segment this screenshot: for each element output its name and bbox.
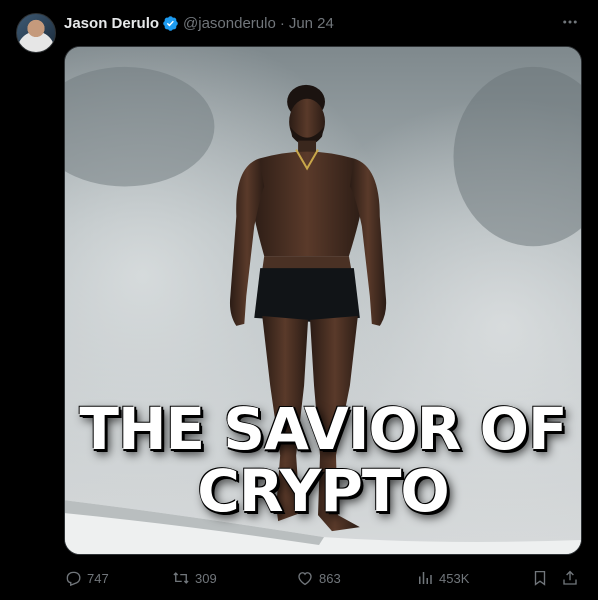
reply-button[interactable]: 747 bbox=[64, 566, 109, 590]
media-overlay-line2: CRYPTO bbox=[197, 457, 449, 525]
author-name[interactable]: Jason Derulo bbox=[64, 15, 159, 32]
action-bar: 747 309 863 453K bbox=[64, 566, 584, 590]
reply-icon bbox=[66, 571, 81, 587]
tweet[interactable]: Jason Derulo @jasonderulo · Jun 24 THE S… bbox=[0, 0, 598, 600]
tweet-header: Jason Derulo @jasonderulo · Jun 24 bbox=[64, 13, 334, 33]
views-icon bbox=[419, 572, 432, 584]
verified-badge-icon[interactable] bbox=[162, 15, 179, 32]
media-overlay-line1: THE SAVIOR OF bbox=[79, 395, 567, 463]
like-count: 863 bbox=[319, 570, 341, 586]
tweet-media-image[interactable]: THE SAVIOR OF CRYPTO bbox=[64, 46, 582, 555]
tweet-date[interactable]: Jun 24 bbox=[289, 15, 334, 32]
author-handle[interactable]: @jasonderulo bbox=[183, 15, 276, 32]
like-icon bbox=[298, 572, 312, 586]
separator-dot: · bbox=[279, 14, 285, 32]
share-icon bbox=[563, 570, 577, 585]
repost-button[interactable]: 309 bbox=[172, 566, 217, 590]
repost-count: 309 bbox=[195, 570, 217, 586]
reply-count: 747 bbox=[87, 570, 109, 586]
views-count: 453K bbox=[439, 570, 470, 586]
bookmark-icon bbox=[534, 570, 546, 586]
like-button[interactable]: 863 bbox=[296, 566, 341, 590]
views-button[interactable]: 453K bbox=[416, 566, 469, 590]
bookmark-button[interactable] bbox=[531, 566, 549, 590]
share-button[interactable] bbox=[561, 566, 579, 590]
avatar[interactable] bbox=[16, 13, 56, 53]
more-icon[interactable] bbox=[556, 10, 584, 34]
repost-icon bbox=[173, 572, 189, 584]
